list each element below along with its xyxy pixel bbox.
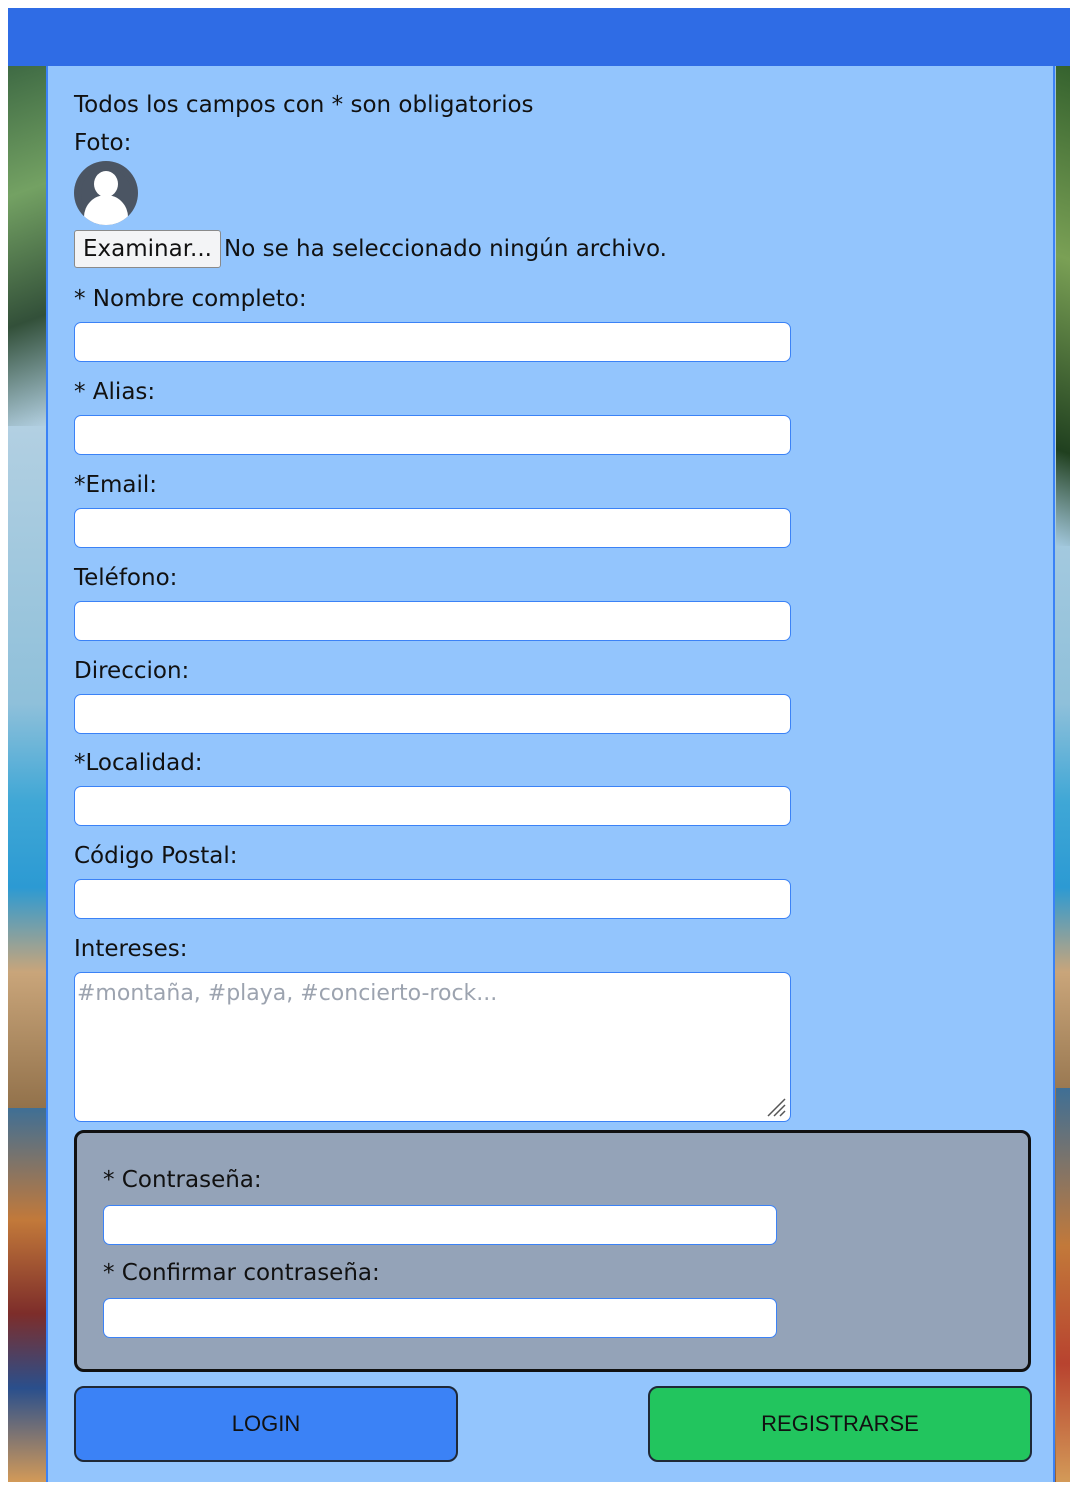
confirm-password-label: * Confirmar contraseña: xyxy=(103,1260,380,1286)
beach-left-decoration xyxy=(8,1108,48,1482)
direccion-label: Direccion: xyxy=(74,658,190,684)
direccion-input[interactable] xyxy=(74,694,791,734)
beach-right-decoration xyxy=(1056,1088,1070,1482)
email-label: *Email: xyxy=(74,472,158,498)
resize-grip-icon[interactable] xyxy=(764,1095,786,1117)
palm-left-decoration xyxy=(8,66,48,426)
telefono-label: Teléfono: xyxy=(74,565,178,591)
localidad-label: *Localidad: xyxy=(74,750,203,776)
localidad-input[interactable] xyxy=(74,786,791,826)
confirm-password-input[interactable] xyxy=(103,1298,777,1338)
login-button[interactable]: LOGIN xyxy=(74,1386,458,1462)
register-button[interactable]: REGISTRARSE xyxy=(648,1386,1032,1462)
password-input[interactable] xyxy=(103,1205,777,1245)
password-section: * Contraseña: * Confirmar contraseña: xyxy=(74,1130,1031,1372)
codigo-postal-label: Código Postal: xyxy=(74,843,238,869)
email-input[interactable] xyxy=(74,508,791,548)
telefono-input[interactable] xyxy=(74,601,791,641)
intereses-label: Intereses: xyxy=(74,936,188,962)
photo-label: Foto: xyxy=(74,130,132,156)
nombre-label: * Nombre completo: xyxy=(74,286,307,312)
user-avatar-icon xyxy=(74,161,138,225)
file-status-text: No se ha seleccionado ningún archivo. xyxy=(224,236,667,262)
palm-right-decoration xyxy=(1056,66,1070,546)
alias-label: * Alias: xyxy=(74,379,156,405)
password-label: * Contraseña: xyxy=(103,1167,262,1193)
app-frame: Todos los campos con * son obligatorios … xyxy=(8,8,1070,1482)
intereses-textarea[interactable]: #montaña, #playa, #concierto-rock... xyxy=(74,972,791,1122)
header-bar xyxy=(8,8,1070,66)
alias-input[interactable] xyxy=(74,415,791,455)
nombre-input[interactable] xyxy=(74,322,791,362)
codigo-postal-input[interactable] xyxy=(74,879,791,919)
required-note: Todos los campos con * son obligatorios xyxy=(74,92,534,118)
intereses-placeholder: #montaña, #playa, #concierto-rock... xyxy=(77,981,498,1006)
registration-form: Todos los campos con * son obligatorios … xyxy=(46,66,1055,1482)
browse-file-button[interactable]: Examinar... xyxy=(74,230,221,268)
